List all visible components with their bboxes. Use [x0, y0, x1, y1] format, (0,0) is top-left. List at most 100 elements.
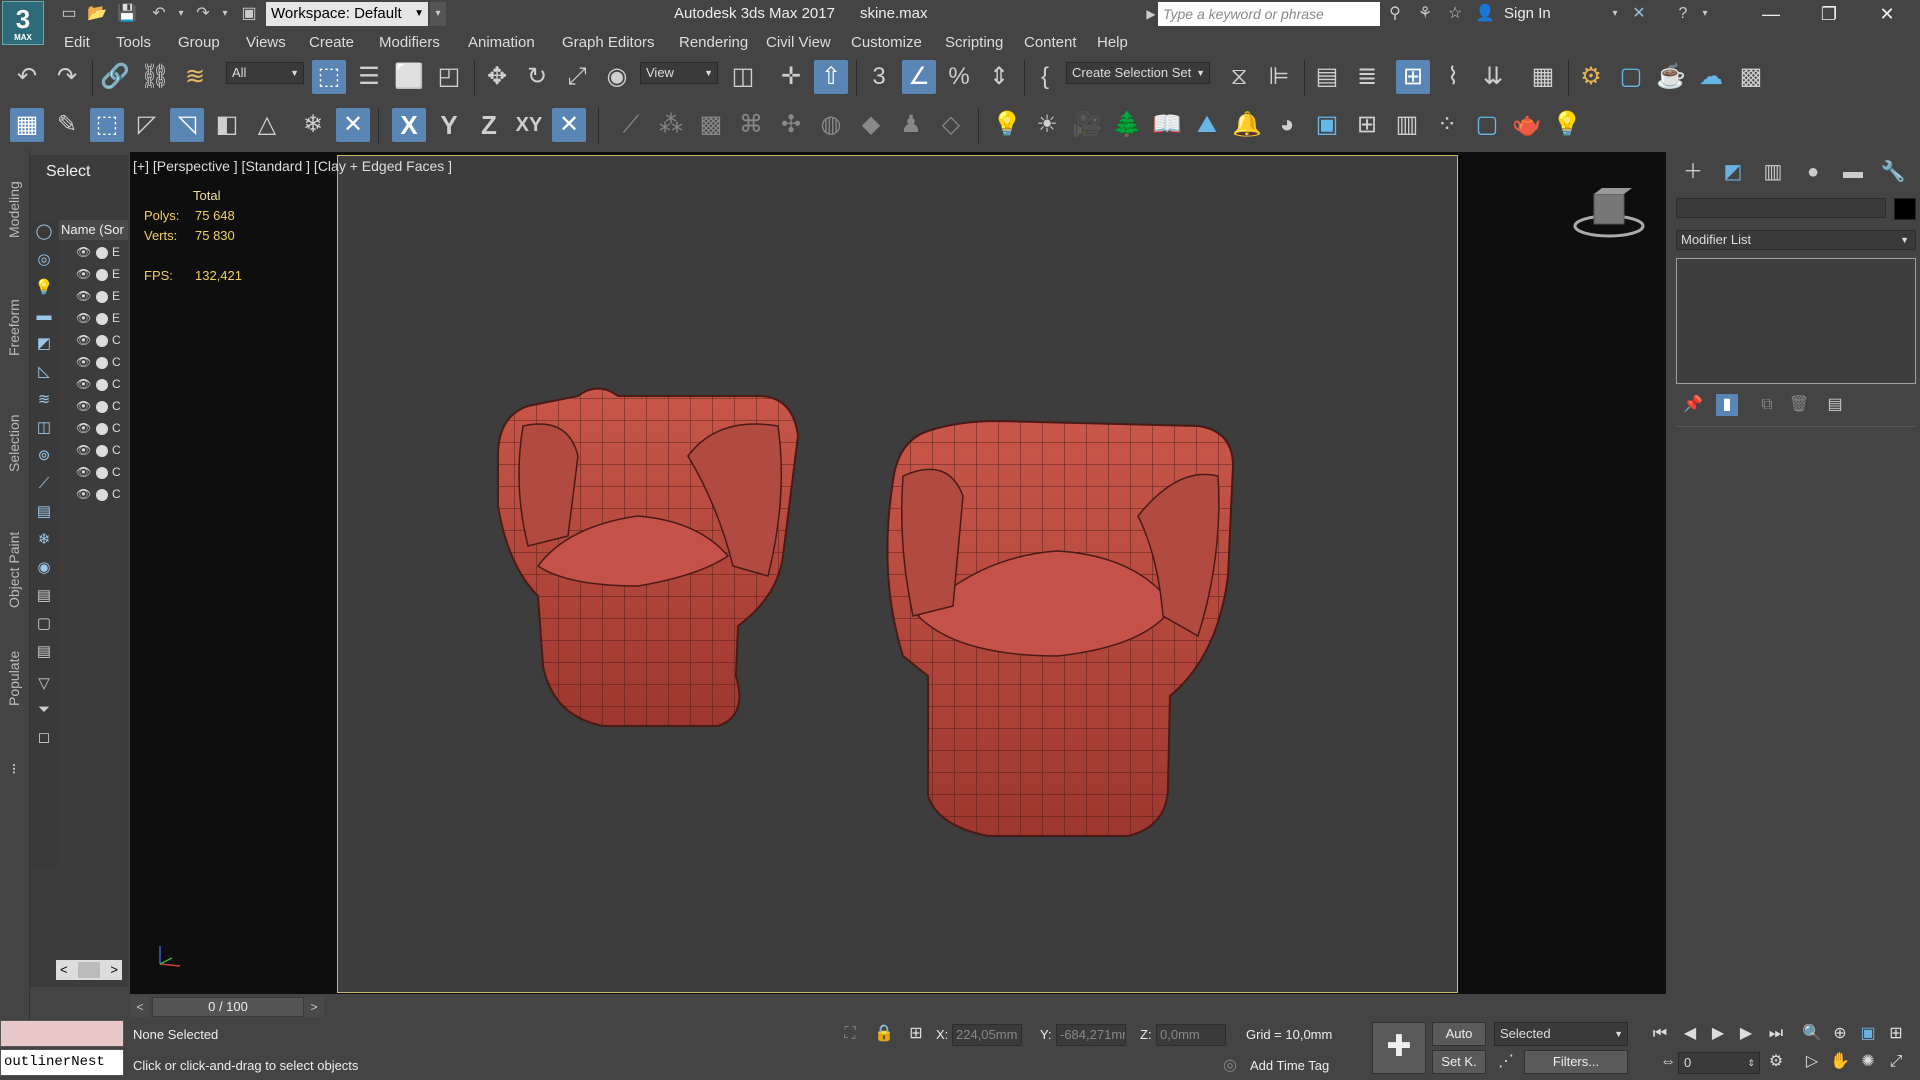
display-geometry-icon[interactable]: ◯	[34, 222, 54, 242]
eye-icon[interactable]: 👁	[76, 264, 92, 284]
named-selection-set-dropdown[interactable]: Create Selection Set ▼	[1066, 62, 1210, 84]
display-none-icon[interactable]: ▤	[34, 586, 54, 606]
tree-icon[interactable]: ⛰	[1190, 108, 1224, 142]
configure-modifier-sets-icon[interactable]: ▤	[1824, 394, 1846, 416]
endpoint-snap-icon[interactable]: ◧	[210, 108, 244, 142]
list-item[interactable]: 👁 C	[76, 440, 121, 460]
key-filters-button[interactable]: Filters...	[1524, 1050, 1628, 1074]
edit-named-selection-icon[interactable]: {	[1028, 60, 1062, 94]
select-and-link-icon[interactable]: 🔗	[98, 60, 132, 94]
display-space-warps-icon[interactable]: ◺	[34, 362, 54, 382]
menu-group[interactable]: Group	[178, 34, 220, 51]
display-panel-icon[interactable]: ▢	[1470, 108, 1504, 142]
select-manipulate-icon[interactable]: ✛	[774, 60, 808, 94]
field-of-view-icon[interactable]: ▷	[1800, 1050, 1824, 1074]
scroll-thumb[interactable]	[78, 962, 100, 978]
go-to-end-icon[interactable]: ⏭	[1764, 1022, 1788, 1046]
material-editor-icon[interactable]: ▦	[1526, 60, 1560, 94]
eye-icon[interactable]: 👁	[76, 484, 92, 504]
eye-icon[interactable]: 👁	[76, 308, 92, 328]
perspective-viewport[interactable]	[337, 155, 1458, 993]
tangent-snap-icon[interactable]: ◹	[170, 108, 204, 142]
menu-graph-editors[interactable]: Graph Editors	[562, 34, 655, 51]
workspace-selector[interactable]: Workspace: Default ▼	[266, 2, 428, 26]
schematic-view-icon[interactable]: ⇊	[1476, 60, 1510, 94]
ribbon-tab-modeling[interactable]: Modeling	[6, 181, 22, 238]
next-frame-icon[interactable]: ▶	[1734, 1022, 1758, 1046]
ribbon-collapse-icon[interactable]: ⁝	[4, 760, 24, 780]
list-item[interactable]: 👁 E	[76, 264, 120, 284]
snap-to-axis-icon[interactable]: ✕	[552, 108, 586, 142]
render-dot-icon[interactable]	[96, 268, 108, 281]
foliage-icon[interactable]: 🌲	[1110, 108, 1144, 142]
display-bones-icon[interactable]: ⊚	[34, 446, 54, 466]
time-tag-icon[interactable]: ◎	[1218, 1054, 1242, 1078]
z-coordinate-field[interactable]: 0,0mm	[1156, 1024, 1226, 1046]
bell-icon[interactable]: 🔔	[1230, 108, 1264, 142]
ribbon-tab-populate[interactable]: Populate	[6, 651, 22, 706]
display-all-icon[interactable]: ◉	[34, 558, 54, 578]
morph-icon[interactable]: ◆	[854, 108, 888, 142]
time-configuration-icon[interactable]: ⚙	[1764, 1050, 1788, 1074]
percent-snap-icon[interactable]: %	[942, 60, 976, 94]
display-shapes-icon[interactable]: ◎	[34, 250, 54, 270]
spinner-snap-icon[interactable]: ⇕	[982, 60, 1016, 94]
sunlight-icon[interactable]: ☀	[1030, 108, 1064, 142]
render-shortcuts-icon[interactable]: ▩	[1734, 60, 1768, 94]
select-and-move-icon[interactable]: ✥	[480, 60, 514, 94]
mass-fx-icon[interactable]: ✣	[774, 108, 808, 142]
rendered-frame-window-icon[interactable]: ▢	[1614, 60, 1648, 94]
undo-icon[interactable]: ↶	[148, 4, 170, 24]
menu-content[interactable]: Content	[1024, 34, 1077, 51]
undo-dropdown-icon[interactable]: ▾	[170, 4, 192, 24]
constrain-y-button[interactable]: Y	[432, 108, 466, 142]
redo-icon[interactable]: ↷	[50, 60, 84, 94]
list-item[interactable]: 👁 C	[76, 484, 121, 504]
constrain-z-button[interactable]: Z	[472, 108, 506, 142]
binoculars-icon[interactable]: ⚲	[1384, 4, 1406, 24]
key-mode-icon[interactable]: ⋰	[1494, 1050, 1518, 1074]
scene-explorer-title[interactable]: Select	[46, 163, 90, 181]
display-cameras-icon[interactable]: ▬	[34, 306, 54, 326]
particle-view-icon[interactable]: ⁂	[654, 108, 688, 142]
list-item[interactable]: 👁 C	[76, 396, 121, 416]
display-groups-icon[interactable]: ≋	[34, 390, 54, 410]
scroll-right-icon[interactable]: >	[110, 960, 118, 980]
play-icon[interactable]: ▶	[1706, 1022, 1730, 1046]
zoom-all-icon[interactable]: ⊕	[1828, 1022, 1852, 1046]
close-button[interactable]: ✕	[1864, 0, 1910, 29]
maxscript-mini-listener[interactable]: outlinerNest	[0, 1049, 124, 1076]
modifier-stack[interactable]	[1676, 258, 1916, 384]
bind-to-space-warp-icon[interactable]: ≋	[178, 60, 212, 94]
armchair-left[interactable]	[497, 387, 800, 727]
absolute-mode-icon[interactable]: ⊞	[904, 1022, 928, 1046]
list-item[interactable]: 👁 E	[76, 308, 120, 328]
environment-icon[interactable]: ▣	[1310, 108, 1344, 142]
orbit-icon[interactable]: ✺	[1856, 1050, 1880, 1074]
display-children-icon[interactable]: ▤	[34, 642, 54, 662]
show-end-result-icon[interactable]: ▮	[1716, 394, 1738, 416]
remove-modifier-icon[interactable]: 🗑	[1788, 394, 1810, 416]
list-item[interactable]: 👁 C	[76, 374, 121, 394]
camera-icon[interactable]: 🎥	[1070, 108, 1104, 142]
render-dot-icon[interactable]	[96, 312, 108, 325]
time-slider-prev-icon[interactable]: <	[130, 997, 150, 1017]
pivot-center-icon[interactable]: ◫	[726, 60, 760, 94]
select-object-icon[interactable]: ⬚	[312, 60, 346, 94]
scene-explorer-toggle-icon[interactable]: ⊞	[1396, 60, 1430, 94]
ribbon-tab-selection[interactable]: Selection	[6, 414, 22, 472]
toggle-ribbon-icon[interactable]: ≣	[1350, 60, 1384, 94]
grid-snap-icon[interactable]: ▦	[10, 108, 44, 142]
menu-customize[interactable]: Customize	[851, 34, 922, 51]
maximize-viewport-icon[interactable]: ⤢	[1884, 1050, 1908, 1074]
group-icon[interactable]: ⁘	[1430, 108, 1464, 142]
zoom-extents-all-icon[interactable]: ⊞	[1884, 1022, 1908, 1046]
display-hidden-icon[interactable]: ❄	[34, 530, 54, 550]
display-frozen-icon[interactable]: ▤	[34, 502, 54, 522]
eye-icon[interactable]: 👁	[76, 418, 92, 438]
menu-civil-view[interactable]: Civil View	[766, 34, 831, 51]
hierarchy-tab-icon[interactable]: ▥	[1756, 158, 1790, 186]
perpendicular-snap-icon[interactable]: ◸	[130, 108, 164, 142]
keyboard-shortcut-override-icon[interactable]: ⇧	[814, 60, 848, 94]
zoom-extents-icon[interactable]: ▣	[1856, 1022, 1880, 1046]
